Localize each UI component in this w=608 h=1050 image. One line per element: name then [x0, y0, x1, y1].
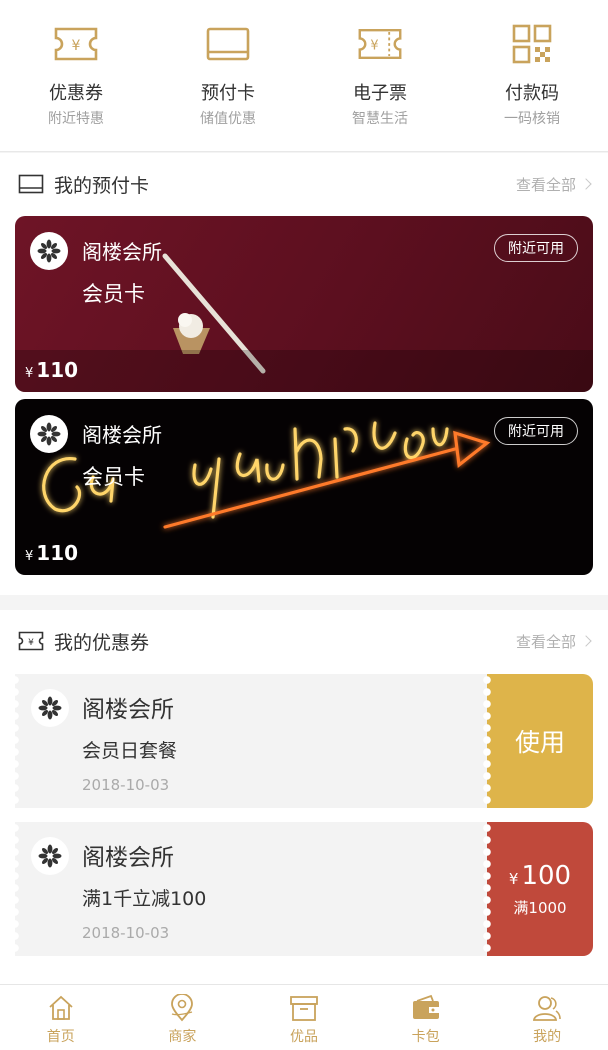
view-all-coupons-link[interactable]: 查看全部	[515, 631, 592, 652]
quick-subtitle: 储值优惠	[200, 111, 256, 127]
balance-amount: 110	[36, 358, 79, 382]
chevron-right-icon	[580, 178, 592, 190]
coupon-ticket-icon: ¥	[53, 22, 99, 66]
coupon-value-stub[interactable]: ¥ 100 满1000	[487, 822, 593, 956]
view-all-prepaid-link[interactable]: 查看全部	[515, 174, 592, 195]
nearby-available-badge: 附近可用	[494, 234, 578, 262]
merchant-logo-icon	[30, 232, 68, 270]
svg-text:¥: ¥	[370, 39, 378, 54]
coupon-section-header: ¥ 我的优惠券 查看全部	[0, 610, 608, 672]
merchant-location-icon	[167, 993, 197, 1023]
tab-label: 卡包	[411, 1029, 440, 1045]
quick-subtitle: 智慧生活	[352, 111, 408, 127]
quick-subtitle: 一码核销	[504, 111, 560, 127]
bottom-tab-bar: 首页 商家 优品 卡包 我的	[0, 984, 608, 1050]
use-label: 使用	[514, 728, 565, 757]
prepaid-card-icon	[18, 172, 46, 196]
tab-home[interactable]: 首页	[0, 985, 122, 1050]
discount-amount: 100	[521, 860, 572, 891]
view-all-label: 查看全部	[515, 175, 576, 194]
tab-merchants[interactable]: 商家	[122, 985, 244, 1050]
view-all-label: 查看全部	[515, 632, 576, 651]
card-balance: ¥ 110	[25, 541, 78, 565]
home-icon	[46, 993, 76, 1023]
prepaid-section-header: 我的预付卡 查看全部	[0, 153, 608, 215]
section-title: 我的预付卡	[54, 174, 150, 197]
balance-amount: 110	[36, 541, 79, 565]
coupon-card[interactable]: 阁楼会所 满1千立减100 2018-10-03 ¥ 100 满1000	[15, 822, 593, 956]
tab-label: 优品	[289, 1029, 318, 1045]
profile-icon	[532, 993, 562, 1023]
currency-symbol: ¥	[508, 869, 519, 888]
merchant-logo-icon	[30, 415, 68, 453]
quick-title: 优惠券	[49, 83, 103, 104]
coupon-description: 会员日套餐	[82, 740, 178, 762]
merchant-name: 阁楼会所	[82, 423, 162, 447]
coupon-perforation	[481, 674, 493, 808]
qr-code-icon	[509, 22, 555, 66]
tab-products[interactable]: 优品	[243, 985, 365, 1050]
wallet-icon	[411, 993, 441, 1023]
merchant-name: 阁楼会所	[82, 697, 174, 723]
quick-item-coupon[interactable]: ¥ 优惠券 附近特惠	[0, 0, 152, 151]
coupon-value: ¥ 100	[509, 861, 571, 891]
section-title: 我的优惠券	[54, 631, 150, 654]
quick-item-pay-code[interactable]: 付款码 一码核销	[456, 0, 608, 151]
tab-card-wallet[interactable]: 卡包	[365, 985, 487, 1050]
quick-title: 预付卡	[201, 83, 255, 104]
currency-symbol: ¥	[25, 366, 34, 381]
nearby-available-badge: 附近可用	[494, 417, 578, 445]
quick-menu: ¥ 优惠券 附近特惠 预付卡 储值优惠 ¥ 电子票 智慧生活 付款码 一码核销	[0, 0, 608, 152]
svg-text:¥: ¥	[28, 638, 34, 648]
card-footer-shade	[15, 350, 593, 392]
page: ¥ 优惠券 附近特惠 预付卡 储值优惠 ¥ 电子票 智慧生活 付款码 一码核销	[0, 0, 608, 1050]
card-balance: ¥ 110	[25, 358, 78, 382]
coupon-card[interactable]: 阁楼会所 会员日套餐 2018-10-03 使用	[15, 674, 593, 808]
quick-title: 电子票	[353, 83, 407, 104]
quick-subtitle: 附近特惠	[48, 111, 104, 127]
svg-text:¥: ¥	[72, 38, 81, 54]
coupon-ticket-icon: ¥	[18, 629, 46, 653]
shop-box-icon	[289, 993, 319, 1023]
card-type: 会员卡	[82, 282, 145, 306]
quick-title: 付款码	[505, 83, 559, 104]
tab-label: 我的	[533, 1029, 562, 1045]
merchant-logo-icon	[31, 689, 69, 727]
coupon-date: 2018-10-03	[82, 924, 170, 942]
use-coupon-button[interactable]: 使用	[487, 674, 593, 808]
quick-item-e-ticket[interactable]: ¥ 电子票 智慧生活	[304, 0, 456, 151]
merchant-name: 阁楼会所	[82, 845, 174, 871]
card-type: 会员卡	[82, 465, 145, 489]
merchant-logo-icon	[31, 837, 69, 875]
tab-profile[interactable]: 我的	[486, 985, 608, 1050]
coupon-condition: 满1000	[513, 898, 567, 917]
tab-label: 首页	[46, 1029, 75, 1045]
prepaid-card[interactable]: 阁楼会所 会员卡 附近可用 ¥ 110	[15, 399, 593, 575]
tab-label: 商家	[168, 1029, 197, 1045]
e-ticket-icon: ¥	[357, 22, 403, 66]
prepaid-card-icon	[205, 22, 251, 66]
currency-symbol: ¥	[25, 549, 34, 564]
chevron-right-icon	[580, 635, 592, 647]
coupon-perforation	[481, 822, 493, 956]
merchant-name: 阁楼会所	[82, 240, 162, 264]
coupon-date: 2018-10-03	[82, 776, 170, 794]
quick-item-prepaid-card[interactable]: 预付卡 储值优惠	[152, 0, 304, 151]
prepaid-card[interactable]: 阁楼会所 会员卡 附近可用 ¥ 110	[15, 216, 593, 392]
coupon-description: 满1千立减100	[82, 888, 207, 910]
